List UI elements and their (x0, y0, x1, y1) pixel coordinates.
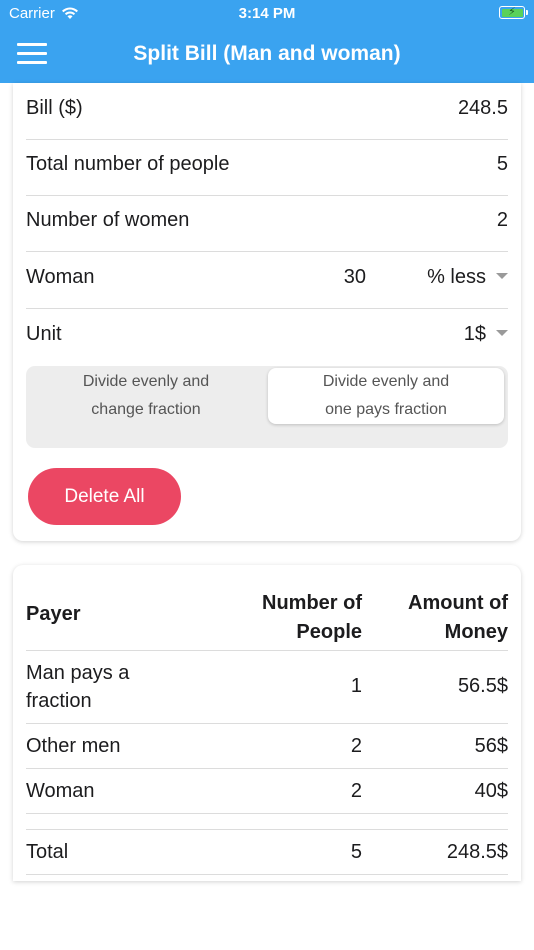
status-time: 3:14 PM (238, 5, 296, 22)
segment-one-pays-fraction[interactable]: Divide evenly and one pays fraction (268, 368, 504, 424)
table-header-row: Payer Number of People Amount of Money (26, 585, 508, 651)
amount-cell: 56.5$ (457, 675, 508, 697)
woman-mode-dropdown[interactable]: % less (427, 266, 508, 289)
payer-cell: Man pays a fraction (26, 659, 129, 715)
table-row: Man pays a fraction 1 56.5$ (26, 651, 508, 724)
people-label: Total number of people (26, 153, 230, 175)
column-header-payer: Payer (26, 603, 81, 625)
amount-cell: 56$ (474, 735, 508, 757)
segment-left-line2: change fraction (91, 401, 201, 418)
payer-line2: fraction (26, 690, 92, 712)
bill-row[interactable]: Bill ($) 248.5 (26, 83, 508, 140)
women-input[interactable]: 2 (497, 209, 508, 232)
unit-dropdown[interactable]: 1$ (464, 323, 508, 346)
column-header-amount-line1: Amount of (408, 592, 508, 614)
people-cell: 1 (350, 675, 362, 697)
people-cell: 2 (350, 735, 362, 757)
chevron-down-icon (496, 329, 508, 336)
woman-mode-value: % less (427, 266, 486, 288)
unit-row: Unit 1$ (26, 309, 508, 365)
woman-discount-row: Woman 30 % less (26, 252, 508, 309)
column-header-people: Number of People (262, 589, 362, 647)
unit-value: 1$ (463, 323, 486, 345)
unit-label: Unit (26, 323, 62, 345)
people-cell: 2 (350, 780, 362, 802)
column-header-amount-line2: Money (444, 621, 508, 643)
column-header-amount: Amount of Money (408, 589, 508, 647)
woman-percent-input[interactable]: 30 (344, 266, 366, 289)
women-row[interactable]: Number of women 2 (26, 195, 508, 252)
charging-bolt-icon: ⚡ (508, 6, 516, 18)
table-row: Woman 2 40$ (26, 769, 508, 814)
payer-cell: Other men (26, 735, 121, 757)
segment-right-line2: one pays fraction (325, 401, 447, 418)
table-total-row: Total 5 248.5$ (26, 829, 508, 875)
people-row[interactable]: Total number of people 5 (26, 139, 508, 196)
woman-label: Woman (26, 266, 95, 288)
bill-label: Bill ($) (26, 97, 83, 119)
total-people: 5 (350, 841, 362, 863)
column-header-people-line2: People (296, 621, 362, 643)
women-label: Number of women (26, 209, 190, 231)
payer-line1: Man pays a (26, 662, 130, 684)
battery-icon: ⚡ (499, 6, 528, 19)
total-amount: 248.5$ (446, 841, 508, 863)
split-mode-segmented-control: Divide evenly and change fraction Divide… (26, 366, 508, 448)
page-title: Split Bill (Man and woman) (133, 42, 401, 65)
bill-input-card: Bill ($) 248.5 Total number of people 5 … (13, 83, 521, 541)
segment-left-line1: Divide evenly and (82, 373, 210, 390)
segment-right-line1: Divide evenly and (322, 373, 450, 390)
people-input[interactable]: 5 (497, 153, 508, 176)
delete-all-button[interactable]: Delete All (28, 468, 181, 525)
column-header-people-line1: Number of (262, 592, 362, 614)
chevron-down-icon (496, 272, 508, 279)
segment-change-fraction[interactable]: Divide evenly and change fraction (26, 366, 266, 426)
navigation-bar: Carrier 3:14 PM ⚡ Split Bill (Man and wo… (0, 0, 534, 83)
total-label: Total (26, 841, 69, 863)
table-row: Other men 2 56$ (26, 724, 508, 769)
result-table-card: Payer Number of People Amount of Money M… (13, 565, 521, 881)
bill-input[interactable]: 248.5 (458, 97, 508, 120)
payer-cell: Woman (26, 780, 95, 802)
status-bar: Carrier 3:14 PM ⚡ (0, 0, 534, 28)
amount-cell: 40$ (474, 780, 508, 802)
